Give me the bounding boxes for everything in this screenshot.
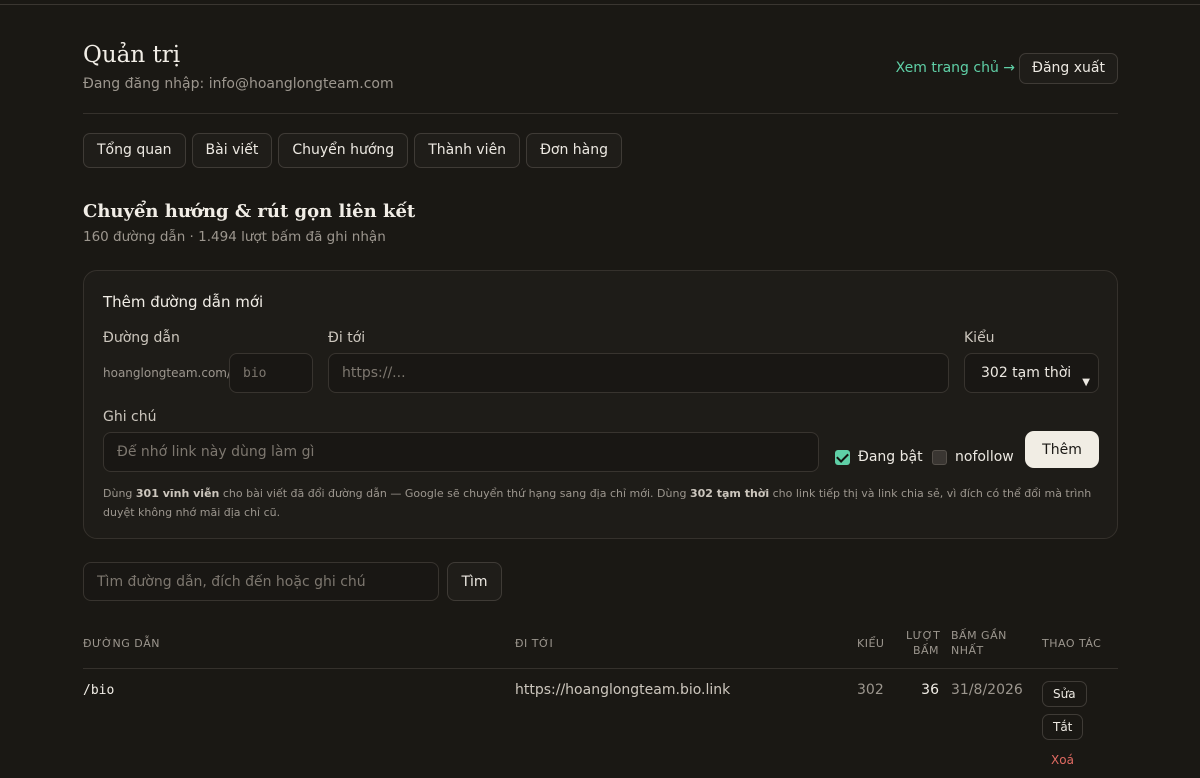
path-prefix: hoanglongteam.com/ — [103, 366, 232, 380]
tab-members[interactable]: Thành viên — [414, 133, 521, 168]
view-homepage-link[interactable]: Xem trang chủ → — [896, 60, 1015, 76]
row-last-click: 31/8/2026 — [951, 682, 1023, 698]
nofollow-label: nofollow — [955, 449, 1014, 465]
search-input[interactable] — [83, 562, 439, 601]
row-clicks: 36 — [921, 682, 939, 698]
target-label: Đi tới — [328, 330, 366, 346]
admin-tabs: Tổng quan Bài viết Chuyển hướng Thành vi… — [83, 133, 623, 168]
target-url-input[interactable] — [328, 353, 949, 393]
path-input[interactable] — [229, 353, 313, 393]
table-header-divider — [83, 668, 1118, 669]
enabled-label: Đang bật — [858, 449, 923, 465]
tab-redirects[interactable]: Chuyển hướng — [278, 133, 409, 168]
note-label: Ghi chú — [103, 409, 157, 425]
form-title: Thêm đường dẫn mới — [103, 293, 264, 311]
add-redirect-button[interactable]: Thêm — [1025, 431, 1099, 468]
tab-orders[interactable]: Đơn hàng — [526, 133, 623, 168]
tab-overview[interactable]: Tổng quan — [83, 133, 186, 168]
row-type: 302 — [857, 682, 884, 698]
col-clicks: LƯỢT BẤM — [906, 629, 941, 657]
header-divider — [83, 113, 1118, 114]
checkbox-checked-icon — [835, 449, 850, 465]
nofollow-checkbox[interactable]: nofollow — [932, 449, 1014, 465]
tab-posts[interactable]: Bài viết — [191, 133, 273, 168]
logout-button[interactable]: Đăng xuất — [1019, 53, 1118, 84]
note-input[interactable] — [103, 432, 819, 472]
new-redirect-form: Thêm đường dẫn mới Đường dẫn hoanglongte… — [83, 270, 1118, 539]
chevron-down-icon: ▼ — [1082, 377, 1090, 388]
row-target: https://hoanglongteam.bio.link — [515, 682, 731, 698]
help-text: Dùng 301 vĩnh viễn cho bài viết đã đổi đ… — [103, 487, 1092, 519]
type-label: Kiểu — [964, 330, 995, 346]
col-actions: THAO TÁC — [1042, 637, 1102, 650]
edit-button[interactable]: Sửa — [1042, 681, 1087, 707]
checkbox-unchecked-icon — [932, 449, 947, 465]
col-last-click: BẤM GẦN NHẤT — [951, 629, 1007, 657]
redirect-type-value: 302 tạm thời — [981, 365, 1072, 381]
top-border — [0, 4, 1200, 5]
login-status: Đang đăng nhập: info@hoanglongteam.com — [83, 76, 394, 92]
col-target: ĐI TỚI — [515, 637, 554, 650]
disable-button[interactable]: Tắt — [1042, 714, 1084, 740]
col-type: KIỂU — [857, 637, 885, 650]
col-path: ĐƯỜNG DẪN — [83, 637, 160, 650]
search-button[interactable]: Tìm — [447, 562, 502, 601]
redirect-type-select[interactable]: 302 tạm thời ▼ — [964, 353, 1099, 393]
row-path: /bio — [83, 683, 115, 698]
delete-button[interactable]: Xoá — [1051, 753, 1074, 767]
page-header: Quản trị Đang đăng nhập: info@hoanglongt… — [83, 42, 1118, 102]
section-title: Chuyển hướng & rút gọn liên kết — [83, 201, 416, 222]
enabled-checkbox[interactable]: Đang bật — [835, 449, 923, 465]
page-title: Quản trị — [83, 42, 181, 68]
path-label: Đường dẫn — [103, 330, 180, 346]
section-subtitle: 160 đường dẫn · 1.494 lượt bấm đã ghi nh… — [83, 229, 386, 245]
